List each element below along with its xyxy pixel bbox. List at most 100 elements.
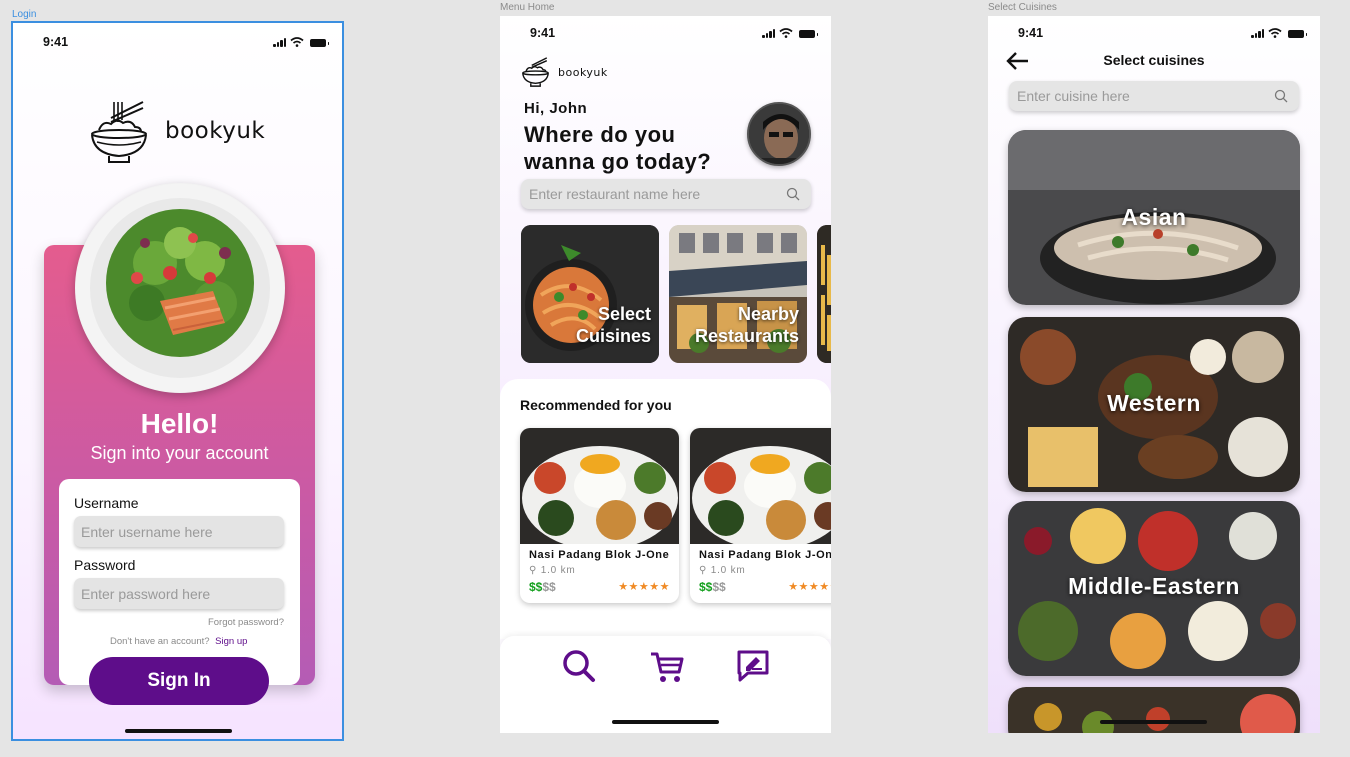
salad-plate-image bbox=[75, 183, 285, 393]
headline-line-2: wanna go today? bbox=[524, 149, 712, 174]
status-time: 9:41 bbox=[1018, 26, 1044, 40]
page-title: Select cuisines bbox=[1103, 52, 1205, 68]
card-title: Nasi Padang Blok J-One bbox=[699, 549, 831, 561]
tile-line-1: Select bbox=[597, 304, 651, 324]
signal-icon bbox=[273, 38, 286, 47]
avatar[interactable] bbox=[747, 102, 811, 166]
battery-icon bbox=[310, 39, 329, 47]
cuisine-label: Western bbox=[1107, 390, 1201, 416]
wifi-icon bbox=[779, 28, 793, 38]
price-inactive: $$ bbox=[712, 580, 726, 594]
login-screen: 9:41 bookyuk Hello! Sign into your accou… bbox=[11, 21, 344, 741]
brand-name: bookyuk bbox=[558, 65, 608, 79]
cuisine-label: Asian bbox=[1121, 204, 1187, 230]
restaurant-card[interactable]: Nasi Padang Blok J-One ⚲ 1.0 km $$$$ ★★★… bbox=[520, 428, 679, 603]
home-indicator bbox=[1100, 720, 1207, 724]
price-active: $$ bbox=[529, 580, 543, 594]
frame-label-select-cuisines: Select Cuisines bbox=[988, 2, 1057, 13]
salad-image bbox=[76, 184, 284, 392]
signal-icon bbox=[762, 29, 775, 38]
search-placeholder: Enter cuisine here bbox=[1017, 88, 1130, 104]
hello-subtitle: Sign into your account bbox=[90, 443, 269, 463]
card-title: Nasi Padang Blok J-One bbox=[529, 549, 670, 561]
signup-prompt: Don't have an account? Sign up bbox=[110, 636, 247, 647]
search-icon[interactable] bbox=[786, 187, 800, 201]
battery-icon bbox=[1288, 30, 1307, 38]
distance-value: 1.0 km bbox=[540, 565, 576, 576]
pin-icon: ⚲ bbox=[699, 565, 708, 576]
status-time: 9:41 bbox=[530, 26, 556, 40]
cuisine-partial-image bbox=[1008, 687, 1300, 733]
cuisine-label: Middle-Eastern bbox=[1068, 573, 1240, 599]
password-input[interactable] bbox=[74, 578, 284, 609]
card-distance: ⚲ 1.0 km bbox=[529, 565, 576, 576]
card-price: $$$$ bbox=[529, 580, 556, 594]
brand-logo: bookyuk bbox=[89, 98, 265, 166]
nasi-padang-image bbox=[520, 428, 679, 544]
username-label: Username bbox=[74, 495, 139, 511]
cart-icon[interactable] bbox=[649, 650, 685, 684]
bottom-nav bbox=[500, 636, 831, 733]
pin-icon: ⚲ bbox=[529, 565, 538, 576]
price-inactive: $$ bbox=[542, 580, 556, 594]
no-account-text: Don't have an account? bbox=[110, 636, 210, 647]
search-placeholder: Enter restaurant name here bbox=[529, 186, 701, 202]
search-icon[interactable] bbox=[562, 649, 596, 683]
status-time: 9:41 bbox=[43, 35, 69, 49]
nearby-restaurants-tile[interactable]: Nearby Restaurants bbox=[669, 225, 807, 363]
status-icons bbox=[273, 37, 329, 47]
status-bar: 9:41 bbox=[500, 26, 831, 46]
recommended-title: Recommended for you bbox=[520, 397, 672, 413]
select-cuisines-screen: 9:41 Select cuisines Enter cuisine here … bbox=[988, 16, 1320, 733]
tile-line-1: Nearby bbox=[737, 304, 799, 324]
username-input[interactable] bbox=[74, 516, 284, 547]
card-distance: ⚲ 1.0 km bbox=[699, 565, 746, 576]
sign-in-button[interactable]: Sign In bbox=[89, 657, 269, 705]
login-form: Username Password Forgot password? Don't… bbox=[59, 479, 300, 685]
cuisine-search-input[interactable]: Enter cuisine here bbox=[1009, 81, 1299, 111]
nasi-padang-image bbox=[690, 428, 831, 544]
card-rating: ★★★★★ bbox=[618, 581, 670, 593]
wifi-icon bbox=[1268, 28, 1282, 38]
page-headline: Where do you wanna go today? bbox=[524, 121, 711, 175]
status-icons bbox=[762, 28, 818, 38]
menu-home-screen: 9:41 bookyuk Hi, John Where do you wanna… bbox=[500, 16, 831, 733]
battery-icon bbox=[799, 30, 818, 38]
distance-value: 1.0 km bbox=[710, 565, 746, 576]
status-bar: 9:41 bbox=[988, 26, 1320, 46]
card-rating: ★★★★★ bbox=[788, 581, 831, 593]
restaurant-card[interactable]: Nasi Padang Blok J-One ⚲ 1.0 km $$$$ ★★★… bbox=[690, 428, 831, 603]
restaurant-search-input[interactable]: Enter restaurant name here bbox=[521, 179, 811, 209]
card-price: $$$$ bbox=[699, 580, 726, 594]
price-active: $$ bbox=[699, 580, 713, 594]
headline-line-1: Where do you bbox=[524, 122, 676, 147]
signup-link[interactable]: Sign up bbox=[215, 636, 247, 647]
nearby-restaurants-label: Nearby Restaurants bbox=[695, 303, 799, 347]
home-indicator bbox=[125, 729, 232, 733]
cuisine-tile-partial[interactable] bbox=[1008, 687, 1300, 733]
wifi-icon bbox=[290, 37, 304, 47]
tile-line-2: Restaurants bbox=[694, 326, 799, 346]
cuisine-tile-western[interactable]: Western bbox=[1008, 317, 1300, 492]
edit-message-icon[interactable] bbox=[736, 649, 770, 683]
cuisine-tile-asian[interactable]: Asian bbox=[1008, 130, 1300, 305]
cuisine-tile-middle-eastern[interactable]: Middle-Eastern bbox=[1008, 501, 1300, 676]
search-icon[interactable] bbox=[1274, 89, 1288, 103]
signal-icon bbox=[1251, 29, 1264, 38]
brand-name: bookyuk bbox=[165, 118, 266, 144]
select-cuisines-label: Select Cuisines bbox=[576, 303, 651, 347]
home-indicator bbox=[612, 720, 719, 724]
avatar-image bbox=[749, 104, 809, 164]
frame-label-login: Login bbox=[12, 9, 37, 20]
forgot-password-link[interactable]: Forgot password? bbox=[208, 617, 284, 628]
tile-line-2: Cuisines bbox=[575, 326, 651, 346]
hello-heading: Hello! bbox=[140, 408, 219, 439]
frame-label-menu-home: Menu Home bbox=[500, 2, 555, 13]
status-bar: 9:41 bbox=[13, 35, 342, 55]
greeting: Hi, John bbox=[524, 100, 588, 117]
bowl-logo-icon bbox=[522, 57, 549, 87]
partial-tile[interactable] bbox=[817, 225, 831, 363]
brand-logo: bookyuk bbox=[521, 56, 608, 88]
select-cuisines-tile[interactable]: Select Cuisines bbox=[521, 225, 659, 363]
status-icons bbox=[1251, 28, 1307, 38]
